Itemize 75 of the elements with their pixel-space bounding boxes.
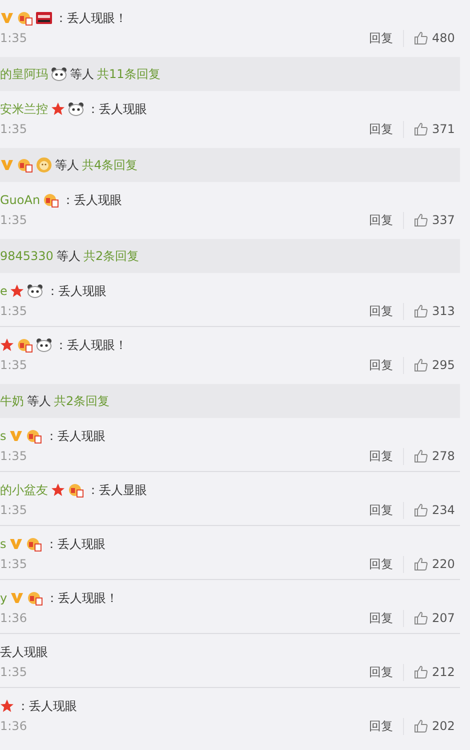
reply-link[interactable]: 回复 xyxy=(359,556,404,572)
like-count: 212 xyxy=(432,665,455,679)
like-count: 371 xyxy=(432,122,455,136)
thumbs-up-icon[interactable] xyxy=(414,503,428,517)
thumbs-up-icon[interactable] xyxy=(414,358,428,372)
comment-text: ：丢人现眼！ xyxy=(46,590,118,606)
like-count: 313 xyxy=(432,304,455,318)
comment-text: ：丢人现眼 xyxy=(45,428,106,444)
replies-suffix: 等人 xyxy=(70,66,94,82)
reply-link[interactable]: 回复 xyxy=(359,30,404,46)
replies-suffix: 等人 xyxy=(27,392,51,410)
reply-link[interactable]: 回复 xyxy=(359,356,404,374)
panda-icon xyxy=(36,338,52,352)
thumbs-up-icon[interactable] xyxy=(414,304,428,318)
thumbs-up-icon[interactable] xyxy=(414,31,428,45)
reply-link[interactable]: 回复 xyxy=(359,120,404,138)
comment-time: 1:35 xyxy=(0,213,28,227)
panda-icon xyxy=(51,67,67,81)
thumbs-up-icon[interactable] xyxy=(414,719,428,733)
comment-text: ：丢人现眼 xyxy=(17,698,77,714)
comment-time: 1:35 xyxy=(0,557,28,571)
comment-time: 1:35 xyxy=(0,449,28,463)
comment-text: ：丢人现眼 xyxy=(87,100,147,118)
reply-link[interactable]: 回复 xyxy=(359,610,404,626)
reply-link[interactable]: 回复 xyxy=(359,718,404,734)
like-count: 207 xyxy=(432,611,455,625)
like-count: 480 xyxy=(432,31,455,45)
comment-time: 1:35 xyxy=(0,665,28,679)
like-count: 234 xyxy=(432,503,455,517)
lion-icon xyxy=(36,157,52,173)
like-count: 278 xyxy=(432,449,455,463)
comment-time: 1:35 xyxy=(0,31,28,45)
comment-time: 1:35 xyxy=(0,122,28,136)
vip-icon xyxy=(0,158,14,172)
comment-text: 丢人现眼 xyxy=(0,644,48,660)
thumbs-up-icon[interactable] xyxy=(414,449,428,463)
reply-link[interactable]: 回复 xyxy=(359,302,404,320)
thumbs-up-icon[interactable] xyxy=(414,611,428,625)
vip-icon xyxy=(9,537,24,551)
comment-text: ：丢人现眼！ xyxy=(55,336,127,354)
reply-link[interactable]: 回复 xyxy=(359,212,404,228)
star-icon xyxy=(10,284,24,298)
like-count: 220 xyxy=(432,557,455,571)
comment-time: 1:36 xyxy=(0,719,28,733)
comment-time: 1:35 xyxy=(0,503,28,517)
comment-text: ：丢人现眼 xyxy=(45,536,106,552)
comment-text: ：丢人现眼！ xyxy=(55,10,127,26)
thumbs-up-icon[interactable] xyxy=(414,122,428,136)
vip-icon xyxy=(10,591,24,605)
star-icon xyxy=(51,483,65,497)
panda-icon xyxy=(27,284,44,298)
reply-link[interactable]: 回复 xyxy=(359,664,404,680)
like-count: 202 xyxy=(432,719,455,733)
comment-time: 1:35 xyxy=(0,304,28,318)
comment-text: ：丢人显眼 xyxy=(87,482,147,498)
like-count: 295 xyxy=(432,358,455,372)
thumbs-up-icon[interactable] xyxy=(414,665,428,679)
thumbs-up-icon[interactable] xyxy=(414,557,428,571)
replies-bar[interactable]: 等人 共4条回复 xyxy=(0,148,460,182)
star-icon xyxy=(51,102,65,116)
thumbs-up-icon[interactable] xyxy=(414,213,428,227)
vip-icon xyxy=(0,11,14,25)
replies-suffix: 等人 xyxy=(55,156,79,174)
like-count: 337 xyxy=(432,213,455,227)
comment-text: ：丢人现眼 xyxy=(46,282,106,300)
vip-icon xyxy=(9,429,24,443)
star-icon xyxy=(0,338,14,352)
comment-text: ：丢人现眼 xyxy=(62,192,122,208)
panda-icon xyxy=(68,102,84,116)
star-icon xyxy=(0,699,14,713)
replies-suffix: 等人 xyxy=(56,248,80,264)
reply-link[interactable]: 回复 xyxy=(359,502,404,518)
comment-time: 1:36 xyxy=(0,611,28,625)
comment-time: 1:35 xyxy=(0,358,28,372)
reply-link[interactable]: 回复 xyxy=(359,448,404,464)
